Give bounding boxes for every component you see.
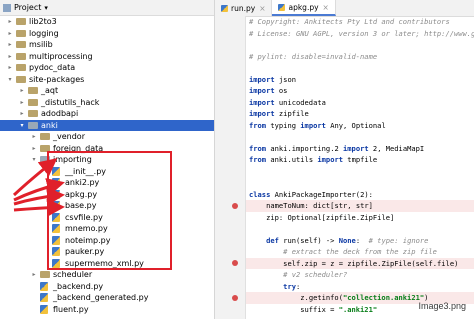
code-line[interactable]: self.zip = z = zipfile.ZipFile(self.file…: [246, 257, 474, 269]
code-line[interactable]: import os: [246, 85, 474, 97]
editor-tab[interactable]: apkg.py ×: [272, 0, 336, 16]
breakpoint-icon[interactable]: [232, 202, 238, 209]
annotation-arrows: [12, 158, 65, 217]
code-line[interactable]: # Copyright: Ankitects Pty Ltd and contr…: [246, 16, 474, 28]
project-panel: Project ▾ ▸ lib2to3 ▸ logging ▸ msilib ▸ multip…: [0, 0, 215, 319]
code-line[interactable]: [246, 166, 474, 178]
tab-label: apkg.py: [288, 2, 319, 12]
breakpoint-icon[interactable]: [232, 260, 238, 267]
breakpoint-icon[interactable]: [232, 294, 238, 301]
code-line[interactable]: # extract the deck from the zip file: [246, 246, 474, 258]
code-line[interactable]: from anki.importing.2 import 2, MediaMap…: [246, 143, 474, 155]
code-line[interactable]: try:: [246, 281, 474, 293]
code-line[interactable]: [246, 177, 474, 189]
python-file-icon: [221, 4, 228, 12]
code-line[interactable]: [246, 39, 474, 51]
arrow-base: [13, 198, 65, 217]
code-area[interactable]: # Copyright: Ankitects Pty Ltd and contr…: [246, 16, 474, 319]
code-line[interactable]: nameToNum: dict[str, str]: [246, 200, 474, 212]
code-line[interactable]: def run(self) -> None: # type: ignore: [246, 235, 474, 247]
python-file-icon: [278, 3, 286, 11]
code-line[interactable]: # pylint: disable=invalid-name: [246, 51, 474, 63]
code-line[interactable]: import json: [246, 74, 474, 86]
tab-label: run.py: [231, 3, 256, 13]
code-line[interactable]: from typing import Any, Optional: [246, 120, 474, 132]
editor-tabs: run.py × apkg.py ×: [215, 0, 474, 17]
code-line[interactable]: [246, 131, 474, 143]
code-line[interactable]: # v2 scheduler?: [246, 269, 474, 281]
code-line[interactable]: import zipfile: [246, 108, 474, 120]
code-line[interactable]: import unicodedata: [246, 97, 474, 109]
watermark-label: Image3.png: [418, 301, 466, 311]
code-line[interactable]: # License: GNU AGPL, version 3 or later;…: [246, 28, 474, 40]
editor-tab[interactable]: run.py ×: [215, 0, 273, 16]
arrow-importing: [12, 158, 58, 197]
code-line[interactable]: [246, 62, 474, 74]
editor-gutter[interactable]: [215, 16, 246, 319]
close-icon[interactable]: ×: [259, 4, 265, 13]
code-line[interactable]: from anki.utils import tmpfile: [246, 154, 474, 166]
code-line[interactable]: class AnkiPackageImporter(2):: [246, 189, 474, 201]
code-line[interactable]: zip: Optional[zipfile.ZipFile]: [246, 212, 474, 224]
editor-panel: run.py × apkg.py × # Copyright: Ankitects P…: [215, 0, 474, 319]
close-icon[interactable]: ×: [323, 3, 329, 12]
code-line[interactable]: [246, 223, 474, 235]
